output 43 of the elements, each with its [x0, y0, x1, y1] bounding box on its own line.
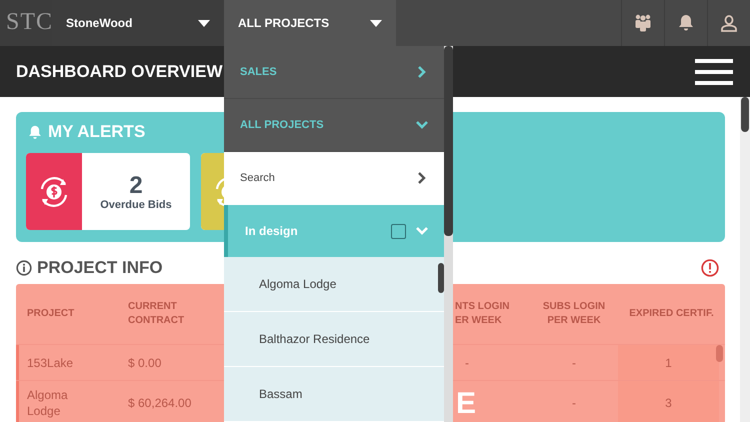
scrollbar-thumb[interactable] — [438, 263, 444, 293]
overlay-text: E — [456, 387, 476, 421]
column-header: NTS LOGIN ER WEEK — [454, 300, 510, 328]
caret-icon — [370, 20, 382, 26]
menu-item[interactable]: Balthazor Residence — [224, 312, 444, 368]
warning-icon — [701, 259, 719, 277]
info-icon — [16, 260, 32, 276]
table-cell: 1 — [665, 354, 672, 370]
table-cell: 3 — [665, 395, 672, 411]
table-cell: - — [572, 395, 576, 411]
table-cell: - — [465, 354, 469, 370]
alert-card[interactable]: 2 Overdue Bids — [26, 153, 190, 230]
company-dropdown[interactable]: StoneWood — [52, 0, 224, 46]
alert-label: Overdue Bids — [100, 198, 172, 210]
column-header: CURRENT CONTRACT — [127, 300, 186, 328]
scrollbar-thumb[interactable] — [444, 46, 453, 236]
scrollbar-thumb[interactable] — [741, 97, 749, 132]
table-cell: - — [572, 354, 576, 370]
menu-item[interactable]: Algoma Lodge — [224, 257, 444, 312]
chevron-icon — [416, 118, 428, 131]
column-header: EXPIRED CERTIF. — [628, 307, 715, 321]
column-header: SUBS LOGIN PER WEEK — [542, 300, 606, 328]
column-header: PROJECT — [26, 307, 76, 321]
table-cell-text: Algoma Lodge — [27, 387, 69, 419]
section-title: PROJECT INFO — [37, 258, 163, 278]
table-cell: $ 0.00 — [128, 354, 162, 370]
scrollbar-thumb[interactable] — [716, 345, 723, 362]
caret-icon — [198, 20, 210, 26]
project-dropdown[interactable]: ALL PROJECTS — [224, 0, 396, 46]
chevron-icon — [416, 66, 428, 78]
menu-icon[interactable] — [695, 58, 733, 84]
table-cell: $ 60,264.00 — [128, 395, 192, 411]
bell-icon — [28, 124, 42, 140]
search-item[interactable]: Search — [224, 152, 444, 205]
alert-count: 2 — [129, 172, 143, 198]
alerts-title: MY ALERTS — [48, 122, 146, 142]
chevron-icon — [416, 225, 428, 238]
logo: STC — [0, 0, 52, 46]
chevron-icon — [416, 172, 428, 184]
table-cell: 153Lake — [27, 354, 74, 370]
page-title: DASHBOARD OVERVIEW — [16, 62, 223, 82]
menu-item[interactable]: Bassam — [224, 367, 444, 422]
checkbox[interactable] — [391, 224, 406, 239]
